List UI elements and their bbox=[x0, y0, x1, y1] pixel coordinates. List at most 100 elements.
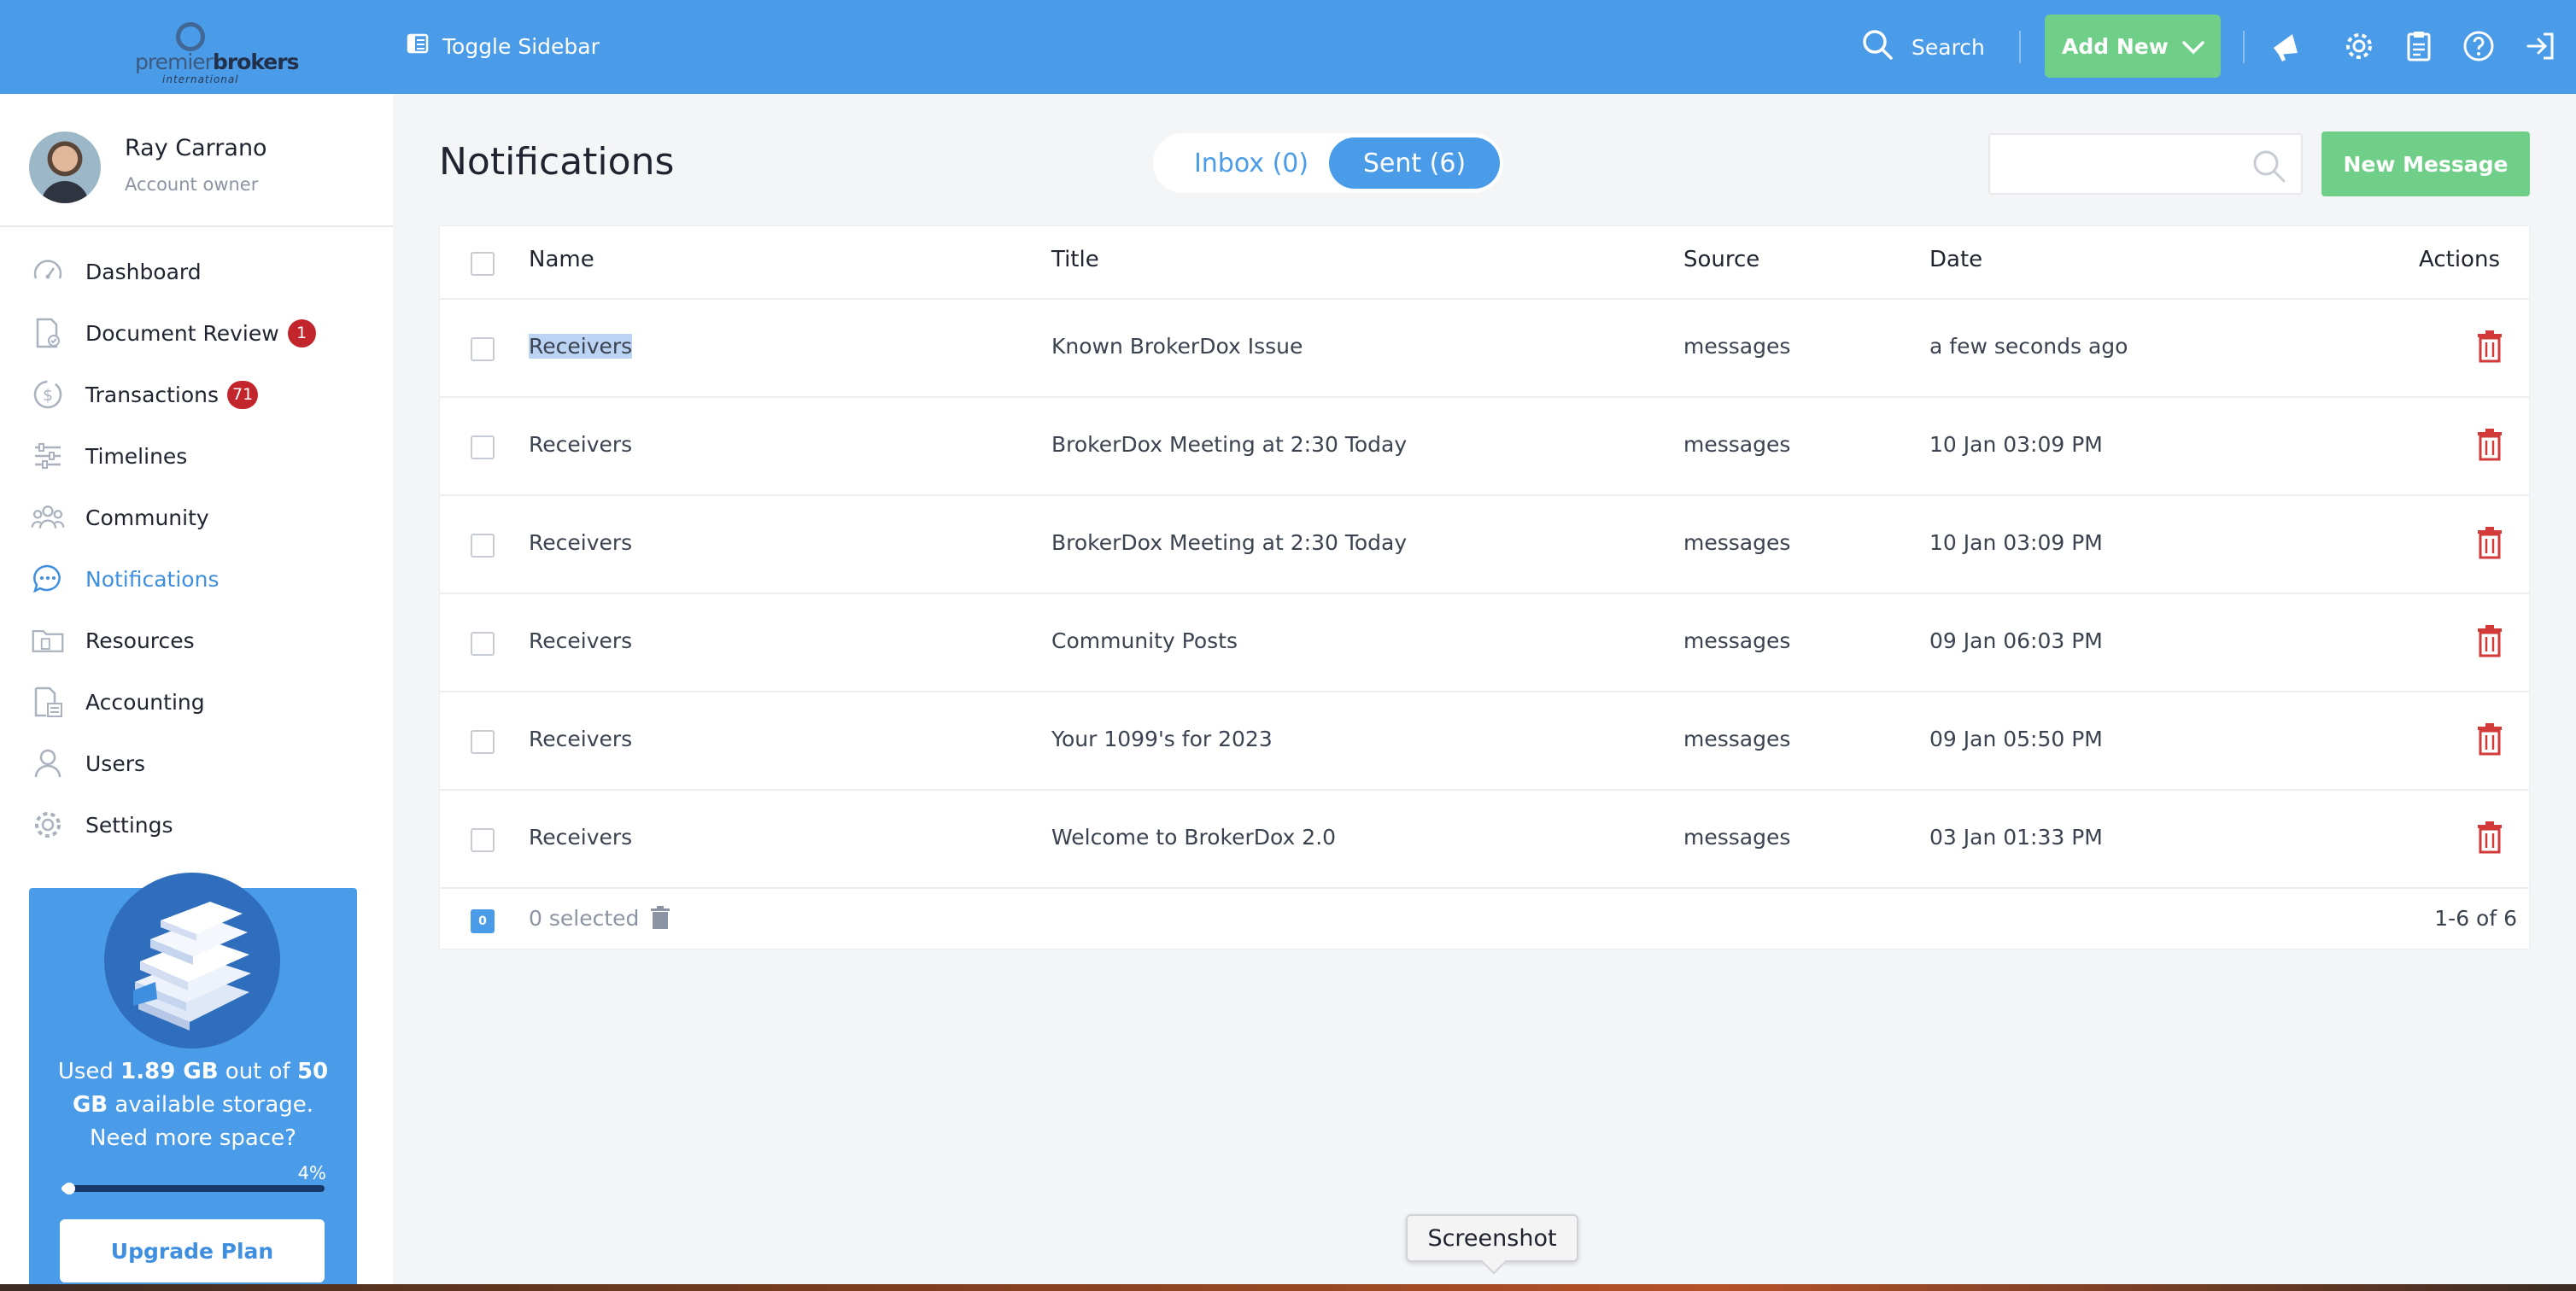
sidebar-item-users[interactable]: Users bbox=[0, 733, 393, 794]
sidebar-item-settings[interactable]: Settings bbox=[0, 794, 393, 856]
sidebar-item-accounting[interactable]: Accounting bbox=[0, 671, 393, 733]
sidebar-item-notifications[interactable]: Notifications bbox=[0, 548, 393, 610]
sidebar-toggle-icon bbox=[407, 32, 429, 60]
delete-trash-icon[interactable] bbox=[2476, 625, 2503, 657]
selected-count-label: 0 selected bbox=[529, 906, 640, 931]
people-icon bbox=[31, 500, 65, 535]
premierbrokers-logo[interactable]: premierbrokers international bbox=[128, 19, 299, 85]
toggle-sidebar-button[interactable]: Toggle Sidebar bbox=[407, 29, 600, 63]
new-message-button[interactable]: New Message bbox=[2321, 131, 2530, 196]
sidebar-item-document-review[interactable]: Document Review 1 bbox=[0, 302, 393, 364]
tab-sent[interactable]: Sent (6) bbox=[1329, 137, 1500, 189]
profile-card[interactable]: Ray Carrano Account owner bbox=[0, 94, 393, 227]
row-name[interactable]: Receivers bbox=[529, 432, 632, 457]
calculator-icon bbox=[31, 685, 65, 719]
sliders-icon bbox=[31, 439, 65, 473]
row-title[interactable]: Welcome to BrokerDox 2.0 bbox=[1051, 825, 1336, 850]
table-row[interactable]: Receivers Known BrokerDox Issue messages… bbox=[440, 300, 2529, 398]
help-icon[interactable] bbox=[2460, 27, 2497, 65]
message-search-input[interactable] bbox=[1990, 135, 2238, 193]
sidebar-item-label: Dashboard bbox=[85, 259, 202, 284]
row-title[interactable]: BrokerDox Meeting at 2:30 Today bbox=[1051, 432, 1407, 457]
profile-name: Ray Carrano bbox=[125, 135, 267, 161]
column-header-title[interactable]: Title bbox=[1051, 247, 1099, 272]
row-checkbox[interactable] bbox=[471, 730, 495, 754]
row-name[interactable]: Receivers bbox=[529, 334, 633, 359]
row-checkbox[interactable] bbox=[471, 435, 495, 459]
gauge-icon bbox=[31, 254, 65, 289]
table-row[interactable]: Receivers Community Posts messages 09 Ja… bbox=[440, 594, 2529, 692]
column-header-source[interactable]: Source bbox=[1683, 247, 1759, 272]
table-row[interactable]: Receivers Your 1099's for 2023 messages … bbox=[440, 692, 2529, 791]
storage-need-more-text: Need more space? bbox=[90, 1125, 296, 1151]
megaphone-icon[interactable] bbox=[2267, 27, 2304, 65]
delete-trash-icon[interactable] bbox=[2476, 723, 2503, 756]
column-header-date[interactable]: Date bbox=[1929, 247, 1982, 272]
storage-text-available: available storage. bbox=[108, 1092, 314, 1118]
top-bar: premierbrokers international Toggle Side… bbox=[0, 0, 2576, 94]
delete-trash-icon[interactable] bbox=[2476, 527, 2503, 559]
logo-brand-suffix: brokers bbox=[212, 50, 300, 74]
sidebar-item-community[interactable]: Community bbox=[0, 487, 393, 548]
delete-trash-icon[interactable] bbox=[2476, 429, 2503, 461]
row-date: 10 Jan 03:09 PM bbox=[1929, 432, 2103, 457]
row-checkbox[interactable] bbox=[471, 337, 495, 361]
storage-total-unit: GB bbox=[72, 1092, 108, 1118]
delete-trash-icon[interactable] bbox=[2476, 821, 2503, 854]
row-date: 09 Jan 06:03 PM bbox=[1929, 628, 2103, 653]
column-header-actions: Actions bbox=[2419, 247, 2500, 272]
page-title: Notifications bbox=[439, 140, 675, 184]
chat-bubble-icon bbox=[31, 562, 65, 596]
upgrade-plan-button[interactable]: Upgrade Plan bbox=[60, 1219, 325, 1282]
logout-icon[interactable] bbox=[2521, 27, 2559, 65]
storage-text-used: Used bbox=[57, 1059, 121, 1084]
sidebar-item-dashboard[interactable]: Dashboard bbox=[0, 241, 393, 302]
column-header-name[interactable]: Name bbox=[529, 247, 594, 272]
row-source: messages bbox=[1683, 334, 1791, 359]
storage-percent-label: 4% bbox=[297, 1163, 326, 1183]
notifications-table: Name Title Source Date Actions Receivers… bbox=[439, 225, 2530, 949]
row-title[interactable]: Your 1099's for 2023 bbox=[1051, 727, 1273, 751]
sidebar-item-resources[interactable]: Resources bbox=[0, 610, 393, 671]
screenshot-tooltip: Screenshot bbox=[1406, 1214, 1578, 1262]
header-search-label: Search bbox=[1912, 34, 1985, 60]
header-search-button[interactable]: Search bbox=[1860, 27, 1985, 67]
bulk-delete-trash-icon[interactable] bbox=[650, 906, 670, 933]
search-icon bbox=[1860, 27, 1894, 67]
add-new-label: Add New bbox=[2062, 33, 2169, 59]
row-checkbox[interactable] bbox=[471, 534, 495, 558]
avatar bbox=[29, 131, 101, 203]
delete-trash-icon[interactable] bbox=[2476, 330, 2503, 363]
row-title[interactable]: BrokerDox Meeting at 2:30 Today bbox=[1051, 530, 1407, 555]
tab-inbox[interactable]: Inbox (0) bbox=[1170, 137, 1332, 189]
row-date: 03 Jan 01:33 PM bbox=[1929, 825, 2103, 850]
logo-brand-prefix: premier bbox=[135, 50, 214, 74]
select-all-checkbox[interactable] bbox=[471, 252, 495, 276]
table-row[interactable]: Receivers BrokerDox Meeting at 2:30 Toda… bbox=[440, 398, 2529, 496]
chevron-down-icon bbox=[2181, 37, 2205, 61]
sidebar-item-label: Settings bbox=[85, 812, 173, 838]
sidebar-item-timelines[interactable]: Timelines bbox=[0, 425, 393, 487]
table-row[interactable]: Receivers BrokerDox Meeting at 2:30 Toda… bbox=[440, 496, 2529, 594]
row-checkbox[interactable] bbox=[471, 828, 495, 852]
search-icon[interactable] bbox=[2250, 147, 2287, 188]
gear-icon[interactable] bbox=[2340, 27, 2378, 65]
svg-text:$: $ bbox=[43, 386, 53, 405]
sidebar-item-transactions[interactable]: $ Transactions 71 bbox=[0, 364, 393, 425]
table-row[interactable]: Receivers Welcome to BrokerDox 2.0 messa… bbox=[440, 791, 2529, 889]
selected-count-checkbox[interactable]: 0 bbox=[471, 909, 495, 933]
row-title[interactable]: Known BrokerDox Issue bbox=[1051, 334, 1303, 359]
logo-mark bbox=[176, 22, 205, 51]
header-divider bbox=[2243, 31, 2245, 63]
row-checkbox[interactable] bbox=[471, 632, 495, 656]
add-new-button[interactable]: Add New bbox=[2045, 15, 2221, 78]
sidebar-item-label: Users bbox=[85, 751, 146, 776]
row-name[interactable]: Receivers bbox=[529, 727, 632, 751]
document-review-badge: 1 bbox=[287, 318, 316, 348]
sidebar-item-label: Timelines bbox=[85, 443, 188, 469]
row-name[interactable]: Receivers bbox=[529, 825, 632, 850]
clipboard-icon[interactable] bbox=[2400, 27, 2438, 65]
row-name[interactable]: Receivers bbox=[529, 628, 632, 653]
row-title[interactable]: Community Posts bbox=[1051, 628, 1238, 653]
row-name[interactable]: Receivers bbox=[529, 530, 632, 555]
